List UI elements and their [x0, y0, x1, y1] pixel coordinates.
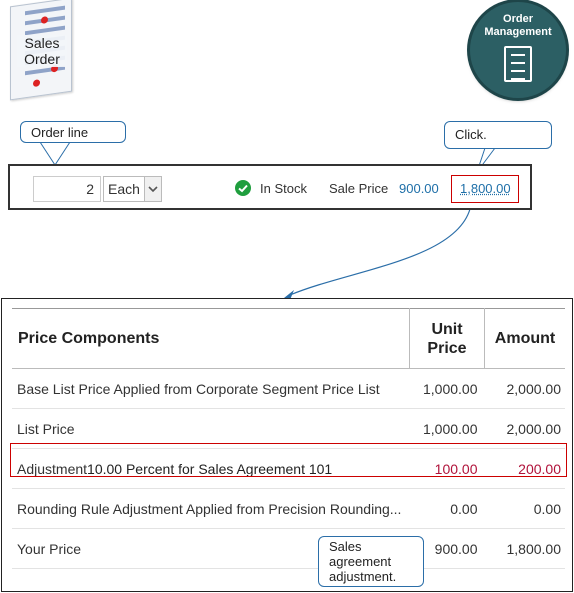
- sale-price-label: Sale Price: [329, 181, 389, 196]
- table-header-row: Price Components Unit Price Amount: [12, 308, 565, 369]
- header-amount: Amount: [484, 308, 565, 369]
- quantity-input[interactable]: 2: [33, 176, 101, 202]
- amount: 0.00: [484, 488, 565, 529]
- sale-price-value: 900.00: [399, 181, 439, 196]
- check-circle-icon: [235, 180, 251, 196]
- component-name: Rounding Rule Adjustment Applied from Pr…: [12, 488, 410, 529]
- order-line-callout: Order line: [20, 121, 126, 143]
- adjustment-row-highlight: [10, 443, 567, 477]
- amount: 1,800.00: [484, 528, 565, 569]
- component-name: Base List Price Applied from Corporate S…: [12, 368, 410, 409]
- order-line-row: 2 Each In Stock Sale Price 900.00 1,800.…: [8, 164, 532, 210]
- chevron-down-icon[interactable]: [144, 177, 161, 201]
- uom-value: Each: [108, 181, 140, 197]
- unit-price: 0.00: [409, 488, 485, 529]
- unit-price: 1,000.00: [409, 368, 485, 409]
- amount: 2,000.00: [484, 368, 565, 409]
- total-price-link[interactable]: 1,800.00: [460, 181, 511, 196]
- click-callout: Click.: [444, 121, 552, 149]
- table-row: Rounding Rule Adjustment Applied from Pr…: [12, 488, 565, 529]
- table-row: Base List Price Applied from Corporate S…: [12, 368, 565, 409]
- sales-agreement-callout: Sales agreement adjustment.: [318, 536, 424, 587]
- total-highlight: 1,800.00: [451, 175, 519, 203]
- stock-status: In Stock: [260, 181, 307, 196]
- header-unit-price: Unit Price: [409, 308, 485, 369]
- header-price-components: Price Components: [12, 308, 410, 369]
- uom-select[interactable]: Each: [103, 176, 162, 202]
- table-row: Your Price 900.00 1,800.00: [12, 528, 565, 569]
- price-components-table: Price Components Unit Price Amount Base …: [12, 308, 565, 569]
